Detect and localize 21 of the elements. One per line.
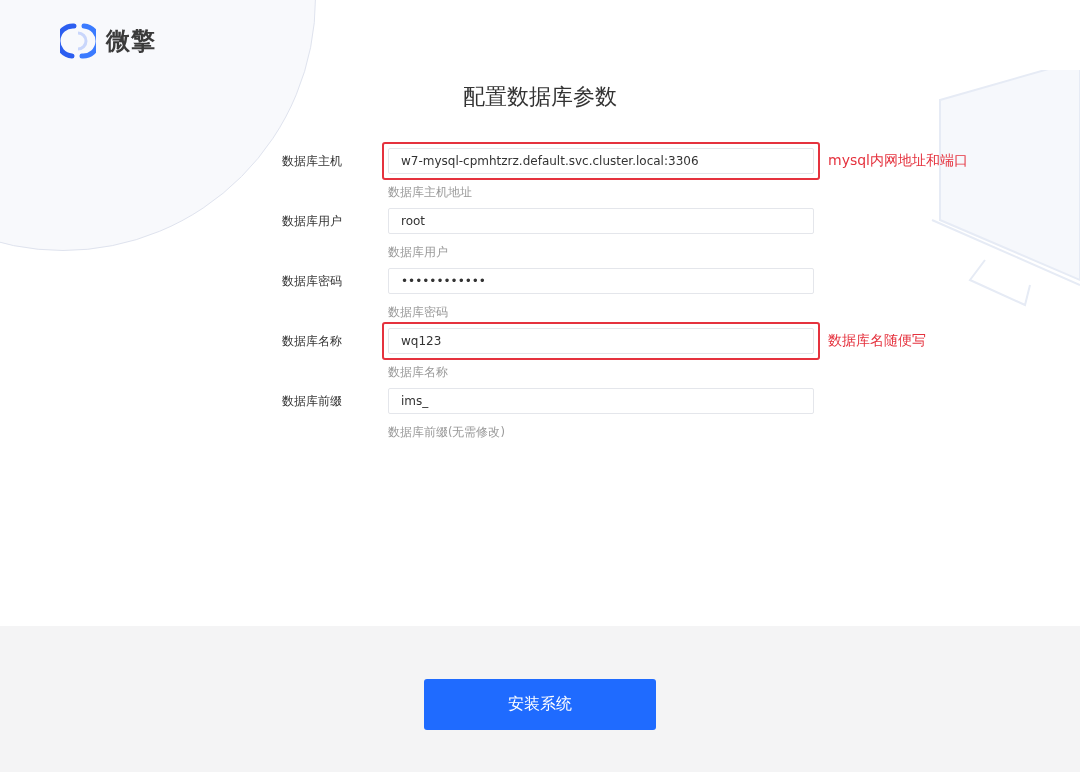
field-label: 数据库密码 (282, 272, 343, 290)
install-button[interactable]: 安装系统 (424, 679, 656, 730)
input-field[interactable]: w7-mysql-cpmhtzrz.default.svc.cluster.local:3306 (388, 148, 814, 174)
page-title: 配置数据库参数 (462, 83, 618, 111)
field-label: 数据库名称 (282, 332, 343, 350)
field-label: 数据库主机 (282, 152, 343, 170)
field-label: 数据库前缀 (282, 392, 343, 410)
logo-icon (60, 23, 96, 59)
input-field[interactable]: •••••••••••• (388, 268, 814, 294)
input-field[interactable]: wq123 (388, 328, 814, 354)
field-hint: 数据库前缀(无需修改) (388, 424, 506, 441)
field-hint: 数据库主机地址 (388, 184, 473, 201)
input-field[interactable]: root (388, 208, 814, 234)
annotation-note: mysql内网地址和端口 (828, 152, 968, 170)
field-label: 数据库用户 (282, 212, 343, 230)
input-field[interactable]: ims_ (388, 388, 814, 414)
field-hint: 数据库密码 (388, 304, 449, 321)
field-hint: 数据库用户 (388, 244, 449, 261)
annotation-note: 数据库名随便写 (828, 332, 926, 350)
field-hint: 数据库名称 (388, 364, 449, 381)
logo-text: 微擎 (106, 26, 156, 57)
